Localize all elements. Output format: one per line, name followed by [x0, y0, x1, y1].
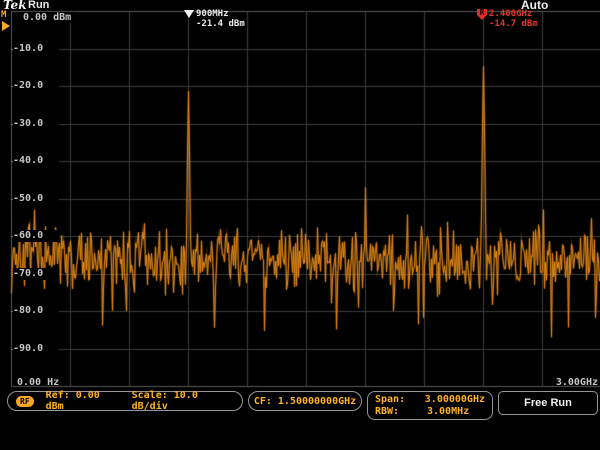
x-axis-end-label: 3.00GHz — [540, 377, 598, 388]
y-axis-tick-label: -90.0 — [13, 343, 59, 355]
spectrum-plot-canvas — [0, 0, 600, 450]
rf-trace-letter: M — [1, 10, 6, 20]
marker-a-amplitude: -21.4 dBm — [196, 19, 245, 29]
marker-r-frequency: 2.400GHz — [489, 9, 532, 19]
center-frequency-readout[interactable]: CF: 1.50000000GHz — [248, 391, 362, 411]
rbw-value: 3.00MHz — [427, 406, 469, 418]
y-axis-tick-label: -30.0 — [13, 118, 59, 130]
trigger-status: Free Run — [524, 397, 572, 409]
y-axis-tick-label: -80.0 — [13, 305, 59, 317]
rf-reference-indicator[interactable]: M — [1, 12, 12, 32]
y-axis-tick-label: -40.0 — [13, 155, 59, 167]
span-label: Span: — [375, 394, 425, 406]
rf-settings-readout[interactable]: RF Ref: 0.00 dBm Scale: 10.0 dB/div — [7, 391, 243, 411]
marker-r-amplitude: -14.7 dBm — [489, 19, 538, 29]
scale-readout: Scale: 10.0 dB/div — [132, 390, 234, 412]
y-axis-tick-label: -50.0 — [13, 193, 59, 205]
ref-level-axis-label: 0.00 dBm — [20, 12, 74, 23]
spectrum-analyzer-screen: Tek Run Auto M 0.00 dBm -10.0-20.0-30.0-… — [0, 0, 600, 450]
y-axis-tick-label: -10.0 — [13, 43, 59, 55]
y-axis-tick-label: -60.0 — [13, 230, 59, 242]
y-axis-tick-label: -20.0 — [13, 80, 59, 92]
cf-value: CF: 1.50000000GHz — [254, 396, 356, 407]
x-axis-start-label: 0.00 Hz — [17, 377, 59, 388]
rf-badge: RF — [16, 396, 34, 407]
marker-a-frequency: 900MHz — [196, 9, 229, 19]
trigger-status-box[interactable]: Free Run — [498, 391, 598, 415]
ref-level-arrow-icon — [2, 21, 10, 31]
ref-level-readout: Ref: 0.00 dBm — [46, 390, 120, 412]
rbw-label: RBW: — [375, 406, 427, 418]
span-value: 3.00000GHz — [425, 394, 485, 406]
y-axis-tick-label: -70.0 — [13, 268, 59, 280]
marker-a-triangle-icon — [184, 10, 194, 18]
span-rbw-readout[interactable]: Span: 3.00000GHz RBW: 3.00MHz — [367, 391, 493, 420]
